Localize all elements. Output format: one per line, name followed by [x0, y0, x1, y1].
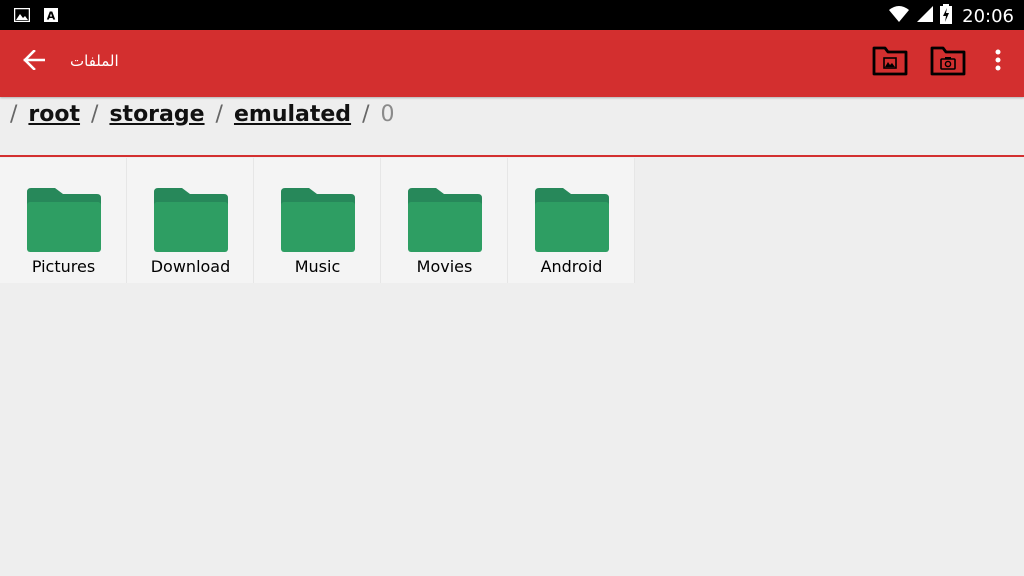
folder-icon	[281, 188, 355, 252]
folder-icon	[27, 188, 101, 252]
breadcrumb: / root / storage / emulated / 0	[0, 97, 1024, 157]
image-icon	[13, 7, 31, 26]
open-gallery-button[interactable]	[870, 40, 910, 80]
folder-item-music[interactable]: Music	[254, 158, 381, 283]
breadcrumb-separator: /	[362, 102, 370, 127]
wifi-icon	[888, 5, 910, 27]
folder-label: Android	[540, 257, 603, 276]
folder-gallery-icon	[872, 46, 908, 76]
breadcrumb-item-storage[interactable]: storage	[109, 102, 204, 127]
breadcrumb-separator: /	[91, 102, 99, 127]
status-bar: A 20:06	[0, 0, 1024, 30]
folder-item-android[interactable]: Android	[508, 158, 635, 283]
back-button[interactable]	[18, 44, 50, 76]
more-options-button[interactable]	[982, 40, 1014, 80]
back-arrow-icon	[23, 50, 45, 70]
toolbar-title: الملفات	[70, 52, 119, 70]
folder-icon	[535, 188, 609, 252]
folder-item-movies[interactable]: Movies	[381, 158, 508, 283]
folder-camera-icon	[930, 46, 966, 76]
status-left-icons: A	[13, 7, 58, 26]
folder-icon	[408, 188, 482, 252]
app-toolbar: الملفات	[0, 30, 1024, 97]
breadcrumb-item-emulated[interactable]: emulated	[234, 102, 351, 127]
status-time: 20:06	[962, 5, 1014, 27]
breadcrumb-current: 0	[380, 102, 395, 127]
folder-label: Music	[294, 257, 341, 276]
breadcrumb-separator: /	[10, 102, 18, 127]
breadcrumb-item-root[interactable]: root	[28, 102, 80, 127]
cellular-signal-icon	[916, 5, 934, 27]
folder-grid: Pictures Download Music Movies Android	[0, 158, 635, 283]
folder-label: Pictures	[31, 257, 96, 276]
font-a-icon: A	[44, 7, 58, 26]
folder-icon	[154, 188, 228, 252]
battery-charging-icon	[940, 4, 953, 28]
folder-item-download[interactable]: Download	[127, 158, 254, 283]
status-right-icons: 20:06	[888, 4, 1014, 28]
folder-label: Download	[150, 257, 231, 276]
folder-item-pictures[interactable]: Pictures	[0, 158, 127, 283]
more-vertical-icon	[995, 49, 1001, 71]
svg-text:A: A	[47, 10, 56, 23]
folder-label: Movies	[416, 257, 473, 276]
open-camera-button[interactable]	[928, 40, 968, 80]
breadcrumb-separator: /	[215, 102, 223, 127]
